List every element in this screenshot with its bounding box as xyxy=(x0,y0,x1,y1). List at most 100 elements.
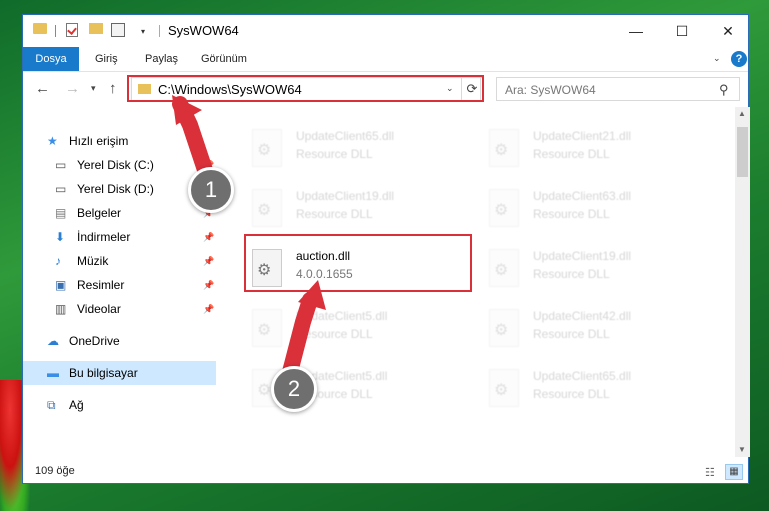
window-title: SysWOW64 xyxy=(168,23,239,38)
dll-file-icon: ⚙ xyxy=(489,189,519,227)
sidebar-item[interactable]: ☁ OneDrive xyxy=(23,329,216,353)
file-item[interactable]: ⚙ UpdateClient21.dll Resource DLL xyxy=(481,121,711,179)
gear-icon: ⚙ xyxy=(257,382,272,399)
dll-file-icon: ⚙ xyxy=(489,369,519,407)
sidebar-item-label: Yerel Disk (D:) xyxy=(77,182,154,196)
file-name: UpdateClient21.dll xyxy=(533,129,632,143)
file-item[interactable]: ⚙ UpdateClient65.dll Resource DLL xyxy=(244,121,474,179)
minimize-button[interactable]: — xyxy=(613,15,659,47)
file-item[interactable]: ⚙ UpdateClient19.dll Resource DLL xyxy=(481,241,711,299)
file-highlight-box xyxy=(244,234,472,292)
properties-check-icon[interactable] xyxy=(66,23,78,37)
sidebar-item[interactable]: ▤ Belgeler 📌 xyxy=(23,201,216,225)
dll-file-icon: ⚙ xyxy=(489,249,519,287)
file-description: Resource DLL xyxy=(296,207,373,221)
file-item[interactable]: ⚙ UpdateClient63.dll Resource DLL xyxy=(481,181,711,239)
dll-file-icon: ⚙ xyxy=(489,129,519,167)
file-name: UpdateClient63.dll xyxy=(533,189,632,203)
music-icon: ♪ xyxy=(55,254,61,268)
sidebar-item[interactable]: ▣ Resimler 📌 xyxy=(23,273,216,297)
sidebar-item[interactable]: ⬇ İndirmeler 📌 xyxy=(23,225,216,249)
details-view-icon[interactable]: ☷ xyxy=(705,466,715,479)
sidebar-item-label: Bu bilgisayar xyxy=(69,366,138,380)
sidebar-item-label: OneDrive xyxy=(69,334,120,348)
divider xyxy=(159,25,160,37)
sidebar-item[interactable]: ▬ Bu bilgisayar xyxy=(23,361,216,385)
address-highlight-box xyxy=(127,75,484,102)
file-name: UpdateClient19.dll xyxy=(533,249,632,263)
large-icons-view-icon[interactable]: ▦ xyxy=(725,464,743,480)
sidebar-item-label: Müzik xyxy=(77,254,109,268)
tab-view[interactable]: Görünüm xyxy=(201,47,247,71)
file-item[interactable]: ⚙ UpdateClient65.dll Resource DLL xyxy=(481,361,711,419)
download-icon: ⬇ xyxy=(55,230,66,244)
dll-file-icon: ⚙ xyxy=(252,189,282,227)
quick-access-dropdown-icon[interactable]: ▾ xyxy=(141,27,145,36)
network-icon: ⧉ xyxy=(47,398,56,412)
sidebar-item[interactable]: ★ Hızlı erişim xyxy=(23,129,216,153)
tab-file[interactable]: Dosya xyxy=(23,47,79,71)
scroll-up-icon[interactable]: ▲ xyxy=(738,109,746,118)
file-item[interactable]: ⚙ UpdateClient42.dll Resource DLL xyxy=(481,301,711,359)
sidebar-item-label: Videolar xyxy=(77,302,121,316)
file-description: Resource DLL xyxy=(296,147,373,161)
help-icon[interactable]: ? xyxy=(731,51,747,67)
back-arrow-icon[interactable]: ← xyxy=(35,80,50,97)
close-button[interactable]: ✕ xyxy=(705,15,751,47)
pin-icon: 📌 xyxy=(203,304,215,314)
sidebar-item[interactable]: ♪ Müzik 📌 xyxy=(23,249,216,273)
dll-file-icon: ⚙ xyxy=(252,309,282,347)
file-description: Resource DLL xyxy=(533,147,610,161)
sidebar-item-label: Belgeler xyxy=(77,206,122,220)
pin-icon: 📌 xyxy=(203,232,215,242)
sidebar-item[interactable]: ⧉ Ağ xyxy=(23,393,216,417)
properties-icon[interactable] xyxy=(111,23,125,37)
expand-ribbon-icon[interactable]: ⌄ xyxy=(713,53,721,64)
file-explorer-window: ▾ SysWOW64 — ☐ ✕ Dosya Giriş Paylaş Görü… xyxy=(22,14,750,484)
dll-file-icon: ⚙ xyxy=(489,309,519,347)
folder-icon xyxy=(33,23,47,34)
gear-icon: ⚙ xyxy=(494,262,509,279)
file-description: Resource DLL xyxy=(533,327,610,341)
file-item[interactable]: ⚙ UpdateClient5.dll Resource DLL xyxy=(244,301,474,359)
dll-file-icon: ⚙ xyxy=(252,129,282,167)
file-name: UpdateClient42.dll xyxy=(533,309,632,323)
file-name: UpdateClient65.dll xyxy=(533,369,632,383)
new-folder-icon[interactable] xyxy=(89,23,103,34)
file-description: Resource DLL xyxy=(296,327,373,341)
videos-icon: ▥ xyxy=(55,302,67,316)
drive-icon: ▭ xyxy=(55,182,67,196)
tab-share[interactable]: Paylaş xyxy=(145,47,178,71)
up-arrow-icon[interactable]: ↑ xyxy=(109,80,117,97)
navigation-pane: ★ Hızlı erişim ▭ Yerel Disk (C:) 📌 ▭ Yerel Dis… xyxy=(23,112,216,457)
gear-icon: ⚙ xyxy=(494,142,509,159)
scroll-down-icon[interactable]: ▼ xyxy=(738,445,746,454)
sidebar-item-label: İndirmeler xyxy=(77,230,131,244)
star-icon: ★ xyxy=(47,134,58,148)
scrollbar-thumb[interactable] xyxy=(737,127,748,177)
file-name: UpdateClient65.dll xyxy=(296,129,395,143)
sidebar-item[interactable]: ▭ Yerel Disk (C:) 📌 xyxy=(23,153,216,177)
gear-icon: ⚙ xyxy=(257,322,272,339)
divider xyxy=(55,25,56,37)
file-name: UpdateClient19.dll xyxy=(296,189,395,203)
search-placeholder: Ara: SysWOW64 xyxy=(505,83,596,97)
file-name: UpdateClient5.dll xyxy=(296,309,388,323)
vertical-scrollbar[interactable]: ▲ ▼ xyxy=(735,107,750,457)
sidebar-item-label: Resimler xyxy=(77,278,125,292)
file-item[interactable]: ⚙ UpdateClient19.dll Resource DLL xyxy=(244,181,474,239)
sidebar-item-label: Hızlı erişim xyxy=(69,134,129,148)
drive-icon: ▭ xyxy=(55,158,67,172)
search-input[interactable]: Ara: SysWOW64 ⚲ xyxy=(496,77,740,101)
title-bar: ▾ SysWOW64 — ☐ ✕ xyxy=(23,15,748,47)
sidebar-item-label: Ağ xyxy=(69,398,84,412)
pictures-icon: ▣ xyxy=(55,278,67,292)
gear-icon: ⚙ xyxy=(494,322,509,339)
forward-arrow-icon[interactable]: → xyxy=(65,80,80,97)
step-badge-1: 1 xyxy=(188,167,234,213)
tab-home[interactable]: Giriş xyxy=(95,47,118,71)
recent-locations-dropdown-icon[interactable]: ▾ xyxy=(91,83,96,94)
search-icon: ⚲ xyxy=(719,82,729,97)
sidebar-item[interactable]: ▥ Videolar 📌 xyxy=(23,297,216,321)
maximize-button[interactable]: ☐ xyxy=(659,15,705,47)
